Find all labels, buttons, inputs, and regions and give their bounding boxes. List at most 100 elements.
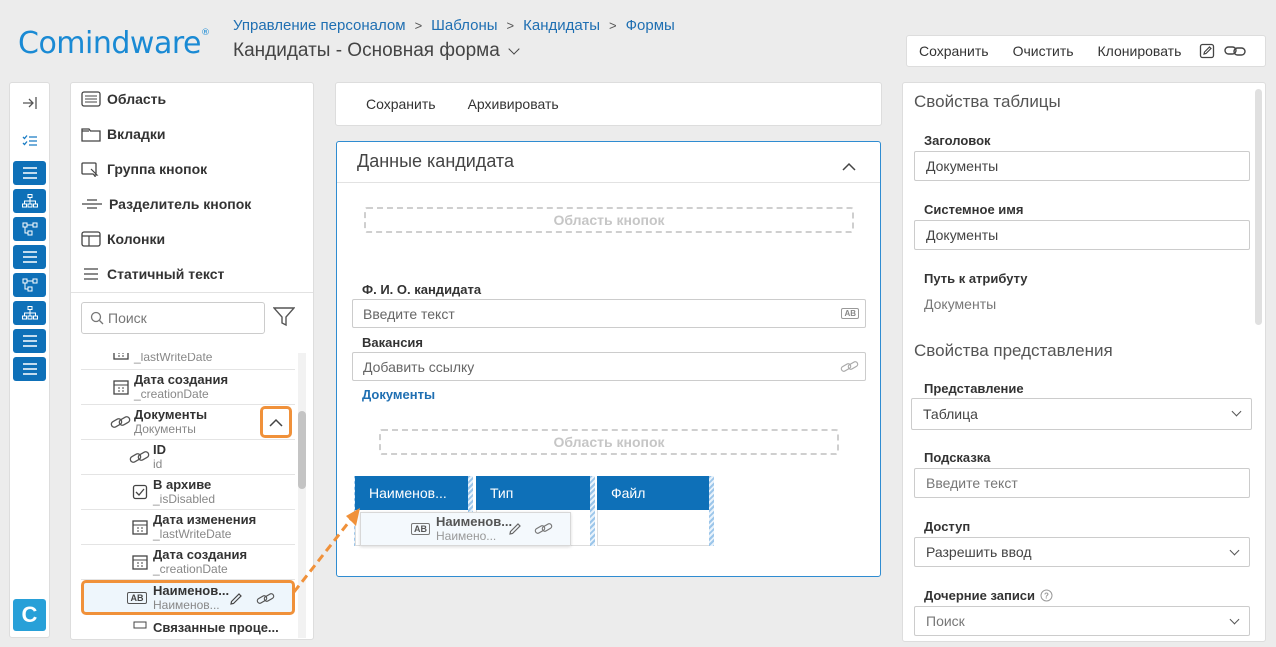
clear-button[interactable]: Очистить: [1001, 36, 1086, 66]
archive-button[interactable]: Архивировать: [456, 96, 579, 112]
card-header: Данные кандидата: [337, 142, 880, 183]
table-column-header[interactable]: Файл: [597, 476, 713, 510]
tree-row-subtitle: _lastWriteDate: [153, 527, 232, 541]
tree-row-title: Дата создания: [153, 547, 248, 562]
breadcrumb-item-forms[interactable]: Формы: [626, 17, 675, 34]
breadcrumb-item-templates[interactable]: Шаблоны: [431, 17, 497, 34]
tree-row[interactable]: _lastWriteDate: [81, 353, 295, 370]
button-area-table[interactable]: Область кнопок: [379, 429, 839, 455]
hierarchy-icon[interactable]: [13, 189, 46, 213]
tree-row[interactable]: Дата изменения _lastWriteDate: [81, 510, 295, 545]
attribute-path-value: Документы: [924, 296, 997, 312]
header-input[interactable]: Документы: [914, 151, 1250, 181]
static-text-icon: [84, 268, 98, 280]
hint-label: Подсказка: [924, 450, 991, 465]
chevron-up-icon[interactable]: [842, 158, 856, 174]
documents-label[interactable]: Документы: [362, 387, 435, 402]
form-list-icon[interactable]: [13, 161, 46, 185]
attribute-tree: _lastWriteDate Дата создания _creationDat…: [81, 353, 295, 639]
search-input[interactable]: Поиск: [81, 302, 265, 334]
save-template-button[interactable]: Сохранить: [907, 36, 1001, 66]
link-icon[interactable]: [256, 592, 276, 609]
edit-icon[interactable]: [229, 592, 243, 609]
left-rail: C: [9, 82, 50, 638]
hint-input[interactable]: Введите текст: [914, 468, 1250, 498]
breadcrumb-item-candidates[interactable]: Кандидаты: [523, 17, 600, 34]
table-properties-title: Свойства таблицы: [914, 92, 1061, 111]
form-list-icon[interactable]: [13, 357, 46, 381]
table-column-header[interactable]: Наименов...: [355, 476, 471, 510]
process-icon[interactable]: [13, 217, 46, 241]
chevron-down-icon: [1231, 406, 1242, 417]
component-columns[interactable]: Колонки: [81, 231, 165, 247]
tree-row-subtitle: id: [153, 457, 163, 471]
chevron-down-icon: [1229, 614, 1240, 625]
system-name-input[interactable]: Документы: [914, 220, 1250, 250]
chevron-down-icon: [508, 42, 520, 55]
field-label-vacancy: Вакансия: [362, 335, 424, 350]
breadcrumb-item-personnel[interactable]: Управление персоналом: [233, 17, 406, 34]
button-area-label: Область кнопок: [553, 434, 665, 450]
tree-row-subtitle: _creationDate: [153, 562, 228, 576]
tree-row[interactable]: Дата создания _creationDate: [81, 370, 295, 405]
page-title[interactable]: Кандидаты - Основная форма: [233, 40, 520, 62]
input-placeholder: Добавить ссылку: [363, 358, 475, 375]
chevron-up-icon: [269, 418, 283, 427]
child-records-label: Дочерние записи?: [924, 588, 1053, 603]
components-panel: Область Вкладки Группа кнопок Разделител…: [70, 82, 314, 640]
representation-select[interactable]: Таблица: [911, 398, 1252, 430]
component-button-group[interactable]: Группа кнопок: [81, 161, 207, 177]
hierarchy-icon[interactable]: [13, 301, 46, 325]
component-tabs[interactable]: Вкладки: [81, 126, 165, 142]
scrollbar-thumb[interactable]: [298, 411, 306, 489]
link-icon[interactable]: [1221, 36, 1249, 66]
properties-scrollbar[interactable]: [1255, 89, 1262, 325]
child-records-select[interactable]: Поиск: [914, 606, 1250, 636]
tree-row[interactable]: В архиве _isDisabled: [81, 475, 295, 510]
breadcrumb-separator-icon: >: [609, 18, 617, 33]
breadcrumb-separator-icon: >: [414, 18, 423, 33]
access-select[interactable]: Разрешить ввод: [914, 537, 1250, 567]
drop-zone-indicator: [590, 476, 595, 546]
component-area[interactable]: Область: [81, 91, 166, 107]
representation-value: Таблица: [923, 406, 978, 422]
checklist-icon[interactable]: [13, 129, 46, 153]
component-button-separator[interactable]: Разделитель кнопок: [81, 196, 251, 212]
tree-row-documents[interactable]: Документы Документы: [81, 405, 295, 440]
columns-icon: [81, 231, 101, 247]
vacancy-link-input[interactable]: Добавить ссылку: [352, 352, 866, 381]
link-icon: [127, 449, 153, 465]
clone-button[interactable]: Клонировать: [1086, 36, 1194, 66]
edit-icon[interactable]: [1193, 36, 1221, 66]
tree-row-name-dragged[interactable]: AB Наименов... Наименов...: [81, 580, 295, 615]
process-icon[interactable]: [13, 273, 46, 297]
filter-icon[interactable]: [272, 307, 296, 330]
brand-c-icon[interactable]: C: [13, 599, 46, 631]
form-list-icon[interactable]: [13, 329, 46, 353]
collapse-panel-icon[interactable]: [13, 91, 46, 115]
tree-row-title: Дата изменения: [153, 512, 257, 527]
button-area-top[interactable]: Область кнопок: [364, 207, 854, 233]
tree-row[interactable]: ID id: [81, 440, 295, 475]
tree-row[interactable]: Связанные проце...: [81, 617, 295, 639]
drop-zone-indicator: [709, 476, 714, 546]
hint-placeholder: Введите текст: [926, 475, 1018, 491]
component-label: Колонки: [107, 231, 166, 247]
help-icon[interactable]: ?: [1040, 589, 1053, 602]
process-icon: [127, 621, 153, 635]
tree-row-title: Наименов...: [153, 582, 230, 598]
component-label: Статичный текст: [107, 266, 225, 282]
tree-row-title: Дата создания: [134, 372, 229, 387]
candidate-name-input[interactable]: Введите текст AB: [352, 299, 866, 328]
area-icon: [81, 91, 101, 107]
table-column-header[interactable]: Тип: [476, 476, 592, 510]
collapse-button[interactable]: [260, 406, 292, 438]
tree-row[interactable]: Дата создания _creationDate: [81, 545, 295, 580]
header-label: Заголовок: [924, 133, 991, 148]
card-title: Данные кандидата: [357, 151, 514, 171]
button-separator-icon: [82, 199, 102, 209]
component-static-text[interactable]: Статичный текст: [81, 266, 224, 282]
save-button[interactable]: Сохранить: [354, 96, 456, 112]
svg-text:?: ?: [1044, 592, 1049, 601]
form-list-icon[interactable]: [13, 245, 46, 269]
